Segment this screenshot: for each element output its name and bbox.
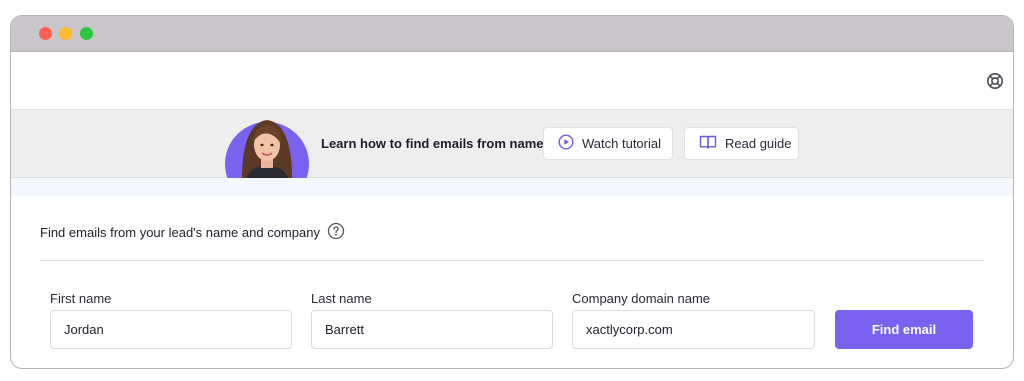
- watch-tutorial-label: Watch tutorial: [582, 136, 661, 151]
- company-domain-input[interactable]: [572, 310, 815, 349]
- form-heading: Find emails from your lead's name and co…: [40, 222, 345, 243]
- book-open-icon: [699, 134, 717, 153]
- question-circle-icon[interactable]: [327, 222, 345, 243]
- maximize-window-button[interactable]: [80, 27, 93, 40]
- read-guide-button[interactable]: Read guide: [684, 127, 799, 160]
- tutorial-banner: Learn how to find emails from names Watc…: [11, 110, 1013, 178]
- browser-window: Learn how to find emails from names Watc…: [10, 15, 1014, 369]
- window-titlebar: [11, 16, 1013, 52]
- minimize-window-button[interactable]: [59, 27, 72, 40]
- banner-heading: Learn how to find emails from names: [321, 136, 551, 151]
- company-domain-label: Company domain name: [572, 291, 711, 306]
- watch-tutorial-button[interactable]: Watch tutorial: [543, 127, 673, 160]
- close-window-button[interactable]: [39, 27, 52, 40]
- section-divider: [40, 260, 984, 261]
- app-topbar: [11, 52, 1013, 110]
- last-name-input[interactable]: [311, 310, 553, 349]
- play-circle-icon: [558, 134, 574, 153]
- find-email-button[interactable]: Find email: [835, 310, 973, 349]
- banner-underline-strip: [11, 178, 1013, 196]
- first-name-label: First name: [50, 291, 112, 306]
- last-name-label: Last name: [311, 291, 372, 306]
- read-guide-label: Read guide: [725, 136, 792, 151]
- lifebuoy-icon[interactable]: [986, 72, 1004, 90]
- form-title: Find emails from your lead's name and co…: [40, 225, 320, 240]
- presenter-avatar: [224, 114, 310, 178]
- first-name-input[interactable]: [50, 310, 292, 349]
